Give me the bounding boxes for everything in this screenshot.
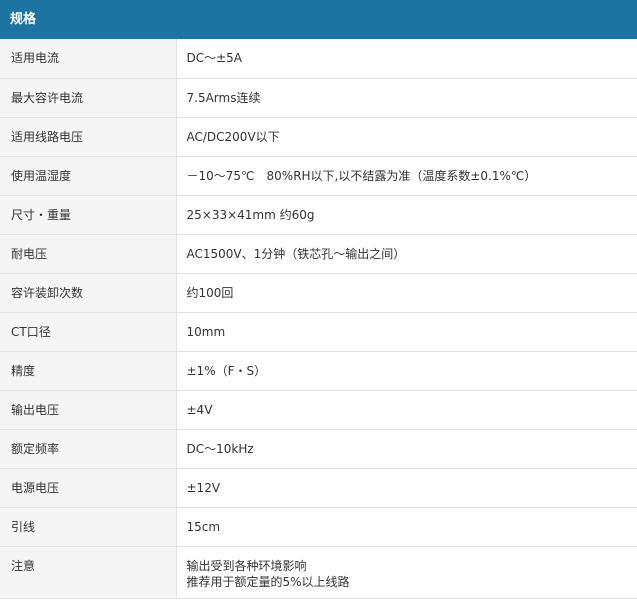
table-row: 使用温湿度 －10～75℃ 80%RH以下,以不结露为准（温度系数±0.1%℃）: [0, 156, 637, 196]
row-value: －10～75℃ 80%RH以下,以不结露为准（温度系数±0.1%℃）: [176, 156, 637, 196]
row-value: 25×33×41mm 约60g: [176, 195, 637, 235]
table-row: 适用电流 DC～±5A: [0, 39, 637, 79]
table-row: 耐电压 AC1500V、1分钟（铁芯孔～输出之间）: [0, 234, 637, 274]
table-row: 容许装卸次数 约100回: [0, 273, 637, 313]
table-row: 电源电压 ±12V: [0, 468, 637, 508]
table-row: CT口径 10mm: [0, 312, 637, 352]
note-label: 注意: [0, 546, 177, 599]
row-label: 尺寸・重量: [0, 195, 177, 235]
spec-header: 规格: [0, 0, 637, 39]
table-row: 最大容许电流 7.5Arms连续: [0, 78, 637, 118]
row-label: 电源电压: [0, 468, 177, 508]
row-value: DC～±5A: [176, 39, 637, 79]
note-line: 推荐用于额定量的5%以上线路: [186, 574, 350, 589]
table-row: 精度 ±1%（F・S）: [0, 351, 637, 391]
row-label: 精度: [0, 351, 177, 391]
row-label: 引线: [0, 507, 177, 547]
table-row: 适用线路电压 AC/DC200V以下: [0, 117, 637, 157]
table-row: 额定频率 DC～10kHz: [0, 429, 637, 469]
row-value: AC/DC200V以下: [176, 117, 637, 157]
spec-table: 适用电流 DC～±5A 最大容许电流 7.5Arms连续 适用线路电压 AC/D…: [0, 39, 637, 599]
row-label: 适用线路电压: [0, 117, 177, 157]
table-row: 尺寸・重量 25×33×41mm 约60g: [0, 195, 637, 235]
note-row: 注意 输出受到各种环境影响 推荐用于额定量的5%以上线路: [0, 546, 637, 599]
row-value: 约100回: [176, 273, 637, 313]
row-label: 最大容许电流: [0, 78, 177, 118]
table-row: 输出电压 ±4V: [0, 390, 637, 430]
row-value: 10mm: [176, 312, 637, 352]
row-label: 适用电流: [0, 39, 177, 79]
row-label: 输出电压: [0, 390, 177, 430]
row-value: DC～10kHz: [176, 429, 637, 469]
row-value: AC1500V、1分钟（铁芯孔～输出之间）: [176, 234, 637, 274]
spec-title: 规格: [10, 12, 37, 27]
table-row: 引线 15cm: [0, 507, 637, 547]
row-value: 15cm: [176, 507, 637, 547]
row-label: 使用温湿度: [0, 156, 177, 196]
row-label: 容许装卸次数: [0, 273, 177, 313]
row-value: ±1%（F・S）: [176, 351, 637, 391]
row-value: ±12V: [176, 468, 637, 508]
note-line: 输出受到各种环境影响: [186, 558, 307, 573]
row-label: 耐电压: [0, 234, 177, 274]
row-label: 额定频率: [0, 429, 177, 469]
row-label: CT口径: [0, 312, 177, 352]
row-value: 7.5Arms连续: [176, 78, 637, 118]
row-value: ±4V: [176, 390, 637, 430]
note-value: 输出受到各种环境影响 推荐用于额定量的5%以上线路: [176, 546, 637, 599]
